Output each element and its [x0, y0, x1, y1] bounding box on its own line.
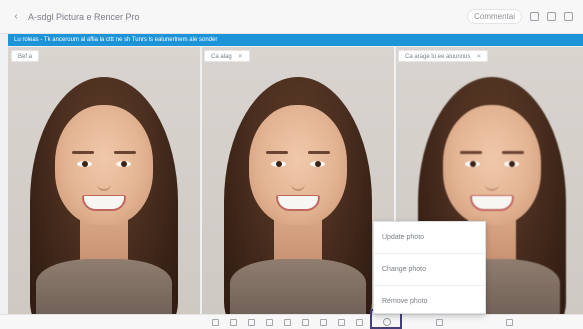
grid-icon[interactable] — [230, 319, 237, 326]
panel-label-text: Bef a — [18, 54, 33, 60]
panel-label-text: Ca alag — [211, 54, 232, 60]
list-icon[interactable] — [212, 319, 219, 326]
photo-panel-before[interactable]: Bef a — [8, 47, 200, 314]
panel-label: Bef a — [11, 50, 40, 62]
color-icon[interactable] — [302, 319, 309, 326]
rotate-icon[interactable] — [266, 319, 273, 326]
change-photo-menu-item[interactable]: Change photo — [374, 254, 485, 286]
remove-photo-menu-item[interactable]: Remove photo — [374, 286, 485, 317]
camera-icon[interactable] — [356, 319, 363, 326]
panel-label[interactable]: Ca alag ✕ — [204, 50, 250, 62]
close-icon[interactable] — [530, 12, 539, 21]
close-icon[interactable]: ✕ — [238, 54, 243, 60]
settings-icon[interactable] — [547, 12, 556, 21]
portrait-shirt — [36, 259, 172, 314]
portrait-face — [443, 105, 541, 225]
adjust-icon[interactable] — [284, 319, 291, 326]
titlebar-tools: Commentai — [467, 9, 583, 24]
photo-panel-middle[interactable]: Ca alag ✕ — [202, 47, 394, 314]
zoom-icon[interactable] — [506, 319, 513, 326]
back-arrow-icon[interactable]: ‹ — [6, 11, 26, 22]
info-banner: Lu roleas - Tk anceroum al aflia la cttt… — [8, 34, 583, 46]
close-icon[interactable]: ✕ — [476, 54, 481, 60]
bottom-toolbar — [0, 309, 583, 329]
update-photo-menu-item[interactable]: Update photo — [374, 222, 485, 254]
filter-icon[interactable] — [320, 319, 327, 326]
portrait-face — [249, 105, 347, 225]
panel-label[interactable]: Ca arage lu ee aluunnus ✕ — [398, 50, 489, 62]
portrait-face — [55, 105, 153, 225]
crop-icon[interactable] — [248, 319, 255, 326]
panel-label-text: Ca arage lu ee aluunnus — [405, 54, 471, 60]
info-icon[interactable] — [338, 319, 345, 326]
comment-button[interactable]: Commentai — [467, 9, 522, 24]
app-title: A-sdgl Pictura e Rencer Pro — [28, 11, 140, 22]
search-icon[interactable] — [436, 319, 443, 326]
portrait-shirt — [230, 259, 366, 314]
title-bar: ‹ A-sdgl Pictura e Rencer Pro Commentai — [0, 0, 583, 34]
more-icon[interactable] — [564, 12, 573, 21]
photo-context-menu: Update photo Change photo Remove photo — [373, 221, 486, 314]
